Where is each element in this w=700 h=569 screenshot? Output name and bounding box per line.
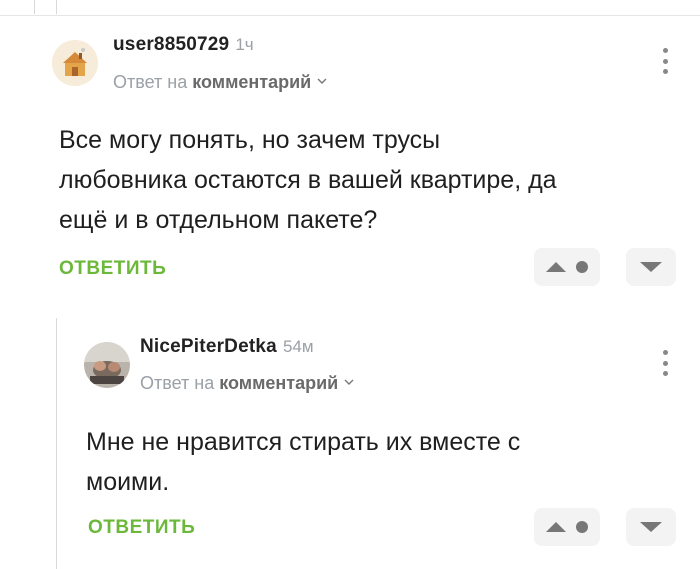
more-options-icon[interactable]: [660, 350, 670, 376]
upvote-icon[interactable]: [546, 262, 566, 272]
thread-line-top: [34, 0, 35, 14]
chevron-down-icon: [344, 379, 354, 385]
photo-avatar-icon: [84, 342, 130, 388]
timestamp: 54м: [282, 337, 314, 356]
reply-button[interactable]: ОТВЕТИТЬ: [88, 517, 195, 539]
nested-thread-line: [56, 318, 57, 569]
username[interactable]: NicePiterDetka: [140, 336, 277, 358]
downvote-icon[interactable]: [639, 260, 663, 274]
reply-to-prefix: Ответ на: [113, 72, 188, 92]
comment-line: любовника остаются в вашей квартире, да: [59, 166, 557, 194]
avatar[interactable]: [52, 40, 98, 86]
reply-button[interactable]: ОТВЕТИТЬ: [59, 258, 166, 280]
rating-dot-icon: [576, 521, 588, 533]
chevron-down-icon: [317, 78, 327, 84]
rating-dot-icon: [576, 261, 588, 273]
comment-header: NicePiterDetka 54м: [140, 336, 314, 358]
reply-to[interactable]: Ответ на комментарий: [140, 373, 354, 394]
rating-controls: [546, 521, 588, 533]
reply-to-prefix: Ответ на: [140, 373, 215, 393]
comment-text: Все могу понять, но зачем трусы любовник…: [59, 120, 557, 240]
downvote-icon[interactable]: [639, 520, 663, 534]
timestamp: 1ч: [235, 35, 254, 54]
avatar[interactable]: [84, 342, 130, 388]
more-options-icon[interactable]: [660, 48, 670, 74]
comment-line: ещё и в отдельном пакете?: [59, 206, 378, 234]
comment-header: user8850729 1ч: [113, 34, 254, 56]
upvote-icon[interactable]: [546, 522, 566, 532]
vote-down-box[interactable]: [626, 248, 676, 286]
house-avatar-icon: [52, 40, 98, 86]
rating-controls: [546, 261, 588, 273]
comment-thread: user8850729 1ч Ответ на комментарий Все …: [0, 0, 700, 569]
vote-up-box: [534, 248, 600, 286]
comment-line: Мне не нравится стирать их вместе с: [86, 428, 521, 456]
comment-line: моими.: [86, 468, 170, 496]
comment-text: Мне не нравится стирать их вместе с моим…: [86, 422, 520, 502]
reply-to-target: комментарий: [192, 72, 312, 92]
vote-down-box[interactable]: [626, 508, 676, 546]
divider: [0, 15, 700, 16]
reply-to[interactable]: Ответ на комментарий: [113, 72, 327, 93]
thread-line-top-2: [56, 0, 57, 14]
username[interactable]: user8850729: [113, 34, 229, 56]
vote-up-box: [534, 508, 600, 546]
comment-line: Все могу понять, но зачем трусы: [59, 126, 441, 154]
reply-to-target: комментарий: [219, 373, 339, 393]
